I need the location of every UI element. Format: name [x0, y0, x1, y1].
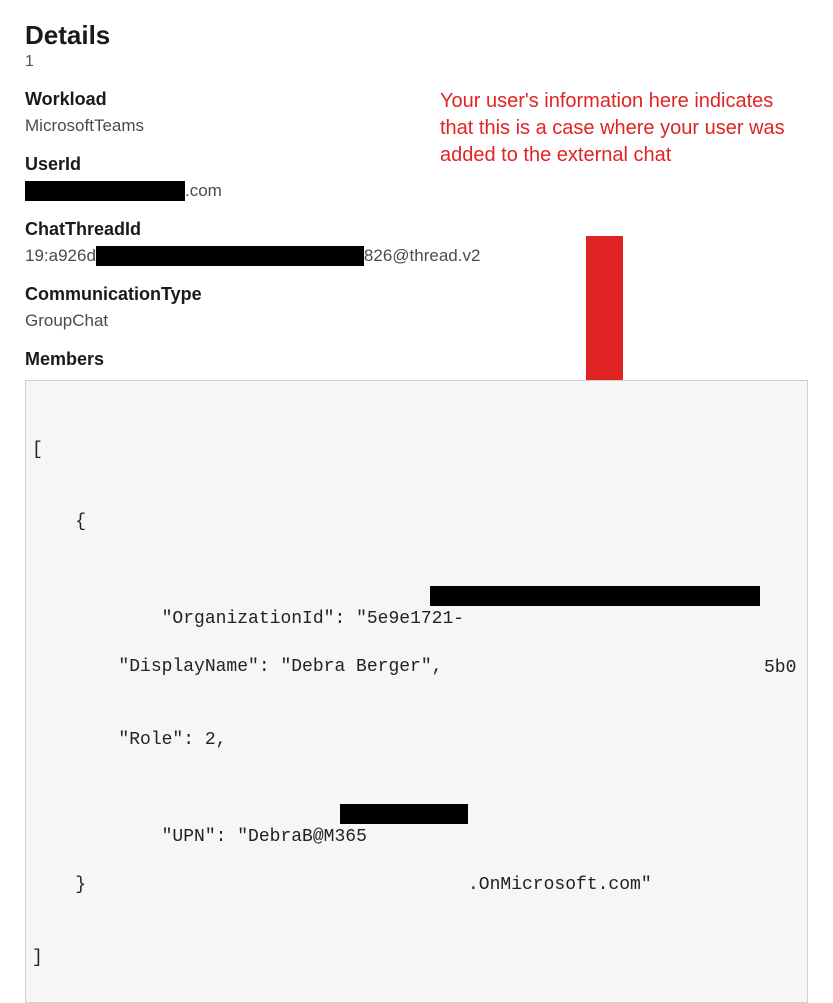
- chatthreadid-suffix: 826@thread.v2: [364, 246, 481, 266]
- page-title: Details: [25, 20, 808, 51]
- code-line: "OrganizationId": "5e9e1721-: [75, 609, 464, 629]
- userid-suffix: .com: [185, 181, 222, 201]
- redaction-bar: [25, 181, 185, 201]
- result-count: 1: [25, 53, 808, 71]
- code-line: [: [32, 440, 43, 460]
- redaction-bar: [340, 804, 468, 824]
- chatthreadid-value: 19:a926d 826@thread.v2: [25, 246, 808, 266]
- members-json-block: [ { "OrganizationId": "5e9e1721- 5b0 "Di…: [25, 380, 808, 1003]
- chatthreadid-label: ChatThreadId: [25, 219, 808, 240]
- userid-value: .com: [25, 181, 808, 201]
- code-line: "DisplayName": "Debra Berger",: [32, 657, 442, 677]
- code-line: "UPN": "DebraB@M365: [75, 827, 367, 847]
- commtype-label: CommunicationType: [25, 284, 808, 305]
- field-members: Members: [25, 349, 808, 370]
- code-line: "Role": 2,: [32, 730, 226, 750]
- redaction-bar: [430, 586, 760, 606]
- redaction-bar: [96, 246, 364, 266]
- commtype-value: GroupChat: [25, 311, 808, 331]
- code-line: }: [32, 875, 86, 895]
- code-line: ]: [32, 948, 43, 968]
- code-line: {: [32, 512, 86, 532]
- chatthreadid-prefix: 19:a926d: [25, 246, 96, 266]
- annotation-text: Your user's information here indicates t…: [440, 88, 785, 169]
- field-communicationtype: CommunicationType GroupChat: [25, 284, 808, 331]
- field-chatthreadid: ChatThreadId 19:a926d 826@thread.v2: [25, 219, 808, 266]
- members-label: Members: [25, 349, 808, 370]
